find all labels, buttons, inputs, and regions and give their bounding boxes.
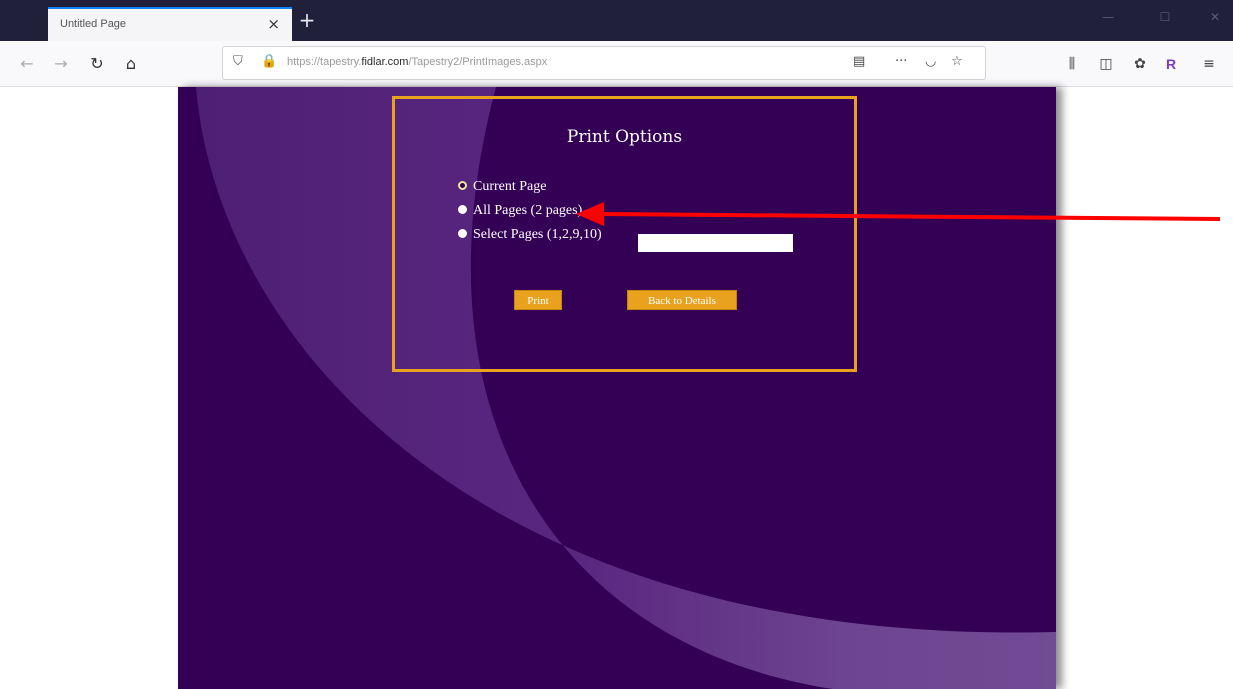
- sidebar-icon[interactable]: ◫: [1095, 53, 1117, 75]
- radio-select-pages[interactable]: [458, 229, 467, 238]
- new-tab-button[interactable]: +: [296, 10, 318, 32]
- tab-title: Untitled Page: [60, 18, 127, 30]
- close-tab-icon[interactable]: ×: [267, 15, 280, 33]
- option-select-pages[interactable]: Select Pages (1,2,9,10): [458, 227, 602, 243]
- print-options-panel: Print Options Current Page All Pages (2 …: [392, 96, 857, 372]
- option-all-pages[interactable]: All Pages (2 pages): [458, 203, 582, 219]
- print-button[interactable]: Print: [514, 290, 562, 310]
- bookmark-star-icon[interactable]: ☆: [951, 54, 963, 69]
- radio-current-page[interactable]: [458, 181, 467, 190]
- back-arrow-icon[interactable]: ←: [16, 53, 38, 75]
- option-all-pages-label: All Pages (2 pages): [473, 203, 583, 218]
- extension-icon[interactable]: ✿: [1129, 53, 1151, 75]
- addon-r-icon[interactable]: R: [1160, 53, 1182, 75]
- print-page: Print Options Current Page All Pages (2 …: [178, 87, 1056, 689]
- radio-all-pages[interactable]: [458, 205, 467, 214]
- browser-tab[interactable]: Untitled Page ×: [48, 7, 292, 41]
- url-bar[interactable]: ⛉ 🔒 https://tapestry.fidlar.com/Tapestry…: [222, 46, 986, 80]
- pocket-icon[interactable]: ◡: [925, 54, 936, 69]
- hamburger-menu-icon[interactable]: ≡: [1198, 53, 1220, 75]
- library-icon[interactable]: ⫼: [1061, 53, 1083, 75]
- forward-arrow-icon[interactable]: →: [50, 53, 72, 75]
- back-to-details-button[interactable]: Back to Details: [627, 290, 737, 310]
- browser-titlebar: Untitled Page × + — ☐ ✕: [0, 0, 1233, 41]
- option-select-pages-label: Select Pages (1,2,9,10): [473, 227, 602, 242]
- home-icon[interactable]: ⌂: [120, 53, 142, 75]
- page-actions-icon[interactable]: ···: [895, 54, 907, 69]
- reload-icon[interactable]: ↻: [86, 53, 108, 75]
- select-pages-input[interactable]: [638, 234, 793, 252]
- lock-icon[interactable]: 🔒: [261, 54, 277, 69]
- tracking-shield-icon[interactable]: ⛉: [233, 54, 243, 69]
- maximize-icon[interactable]: ☐: [1150, 10, 1180, 30]
- option-current-page[interactable]: Current Page: [458, 179, 546, 195]
- minimize-icon[interactable]: —: [1093, 10, 1123, 30]
- reader-view-icon[interactable]: ▤: [853, 54, 865, 69]
- close-window-icon[interactable]: ✕: [1200, 10, 1230, 30]
- option-current-page-label: Current Page: [473, 179, 547, 194]
- url-text[interactable]: https://tapestry.fidlar.com/Tapestry2/Pr…: [287, 56, 547, 68]
- print-options-title: Print Options: [566, 127, 683, 147]
- navigation-toolbar: ← → ↻ ⌂ ⛉ 🔒 https://tapestry.fidlar.com/…: [0, 41, 1233, 87]
